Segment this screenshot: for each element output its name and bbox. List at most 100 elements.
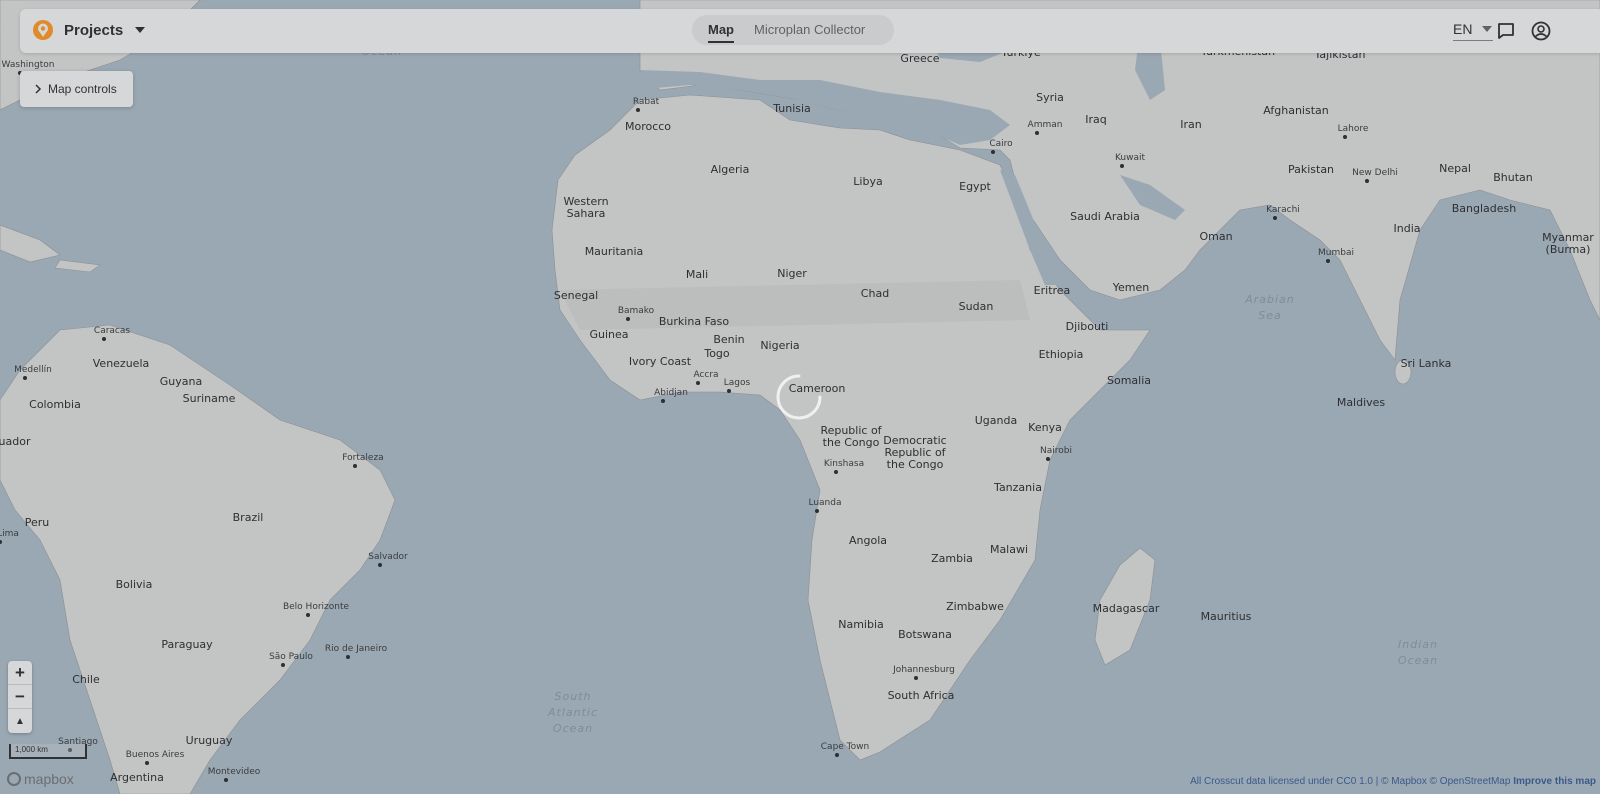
country-label-suriname: Suriname [183,392,236,405]
country-label-ecuador: Ecuador [0,435,31,448]
country-label-chile: Chile [72,673,100,686]
compass-icon: ▲ [15,715,25,727]
city-label-belo-horizonte: Belo Horizonte [283,602,350,612]
zoom-in-button[interactable]: + [8,661,32,685]
city-dot [346,655,350,659]
country-label-benin: Benin [713,333,744,346]
country-label-tunisia: Tunisia [772,102,811,115]
city-dot [1035,131,1039,135]
project-selector[interactable]: Projects [32,19,146,41]
city-label-s-o-paulo: São Paulo [269,652,313,662]
country-label-uganda: Uganda [975,414,1017,427]
city-dot [281,663,285,667]
city-label-washington: Washington [2,60,55,70]
city-label-abidjan: Abidjan [654,388,688,398]
map-attribution: All Crosscut data licensed under CC0 1.0… [1190,776,1596,787]
projects-label: Projects [64,21,124,39]
language-select[interactable]: EN [1453,21,1493,41]
country-label-nepal: Nepal [1439,162,1471,175]
top-bar: Projects Map Microplan Collector EN [20,9,1600,53]
country-label-guinea: Guinea [589,328,628,341]
city-dot [23,376,27,380]
attribution-text[interactable]: All Crosscut data licensed under CC0 1.0… [1190,776,1510,787]
city-label-karachi: Karachi [1266,205,1300,215]
city-dot [353,464,357,468]
city-label-cape-town: Cape Town [821,742,869,752]
country-label-eritrea: Eritrea [1034,284,1071,297]
country-label-mauritius: Mauritius [1201,610,1252,623]
city-dot [1120,164,1124,168]
country-label-guyana: Guyana [160,375,202,388]
city-label-lagos: Lagos [724,378,751,388]
scale-bar: 1,000 km [9,744,87,759]
city-dot [834,470,838,474]
city-dot [636,108,640,112]
country-label-mauritania: Mauritania [585,245,644,258]
city-dot [661,399,665,403]
city-label-lahore: Lahore [1338,124,1369,134]
tab-map[interactable]: Map [698,15,744,45]
country-label-ivory-coast: Ivory Coast [629,355,692,368]
language-value: EN [1453,21,1473,37]
city-dot [1365,179,1369,183]
country-label-chad: Chad [861,287,889,300]
country-label-togo: Togo [703,347,730,360]
city-dot [1326,259,1330,263]
mapbox-logo[interactable]: mapbox [7,771,74,787]
city-dot [1046,457,1050,461]
country-label-south-africa: South Africa [888,689,955,702]
compass-button[interactable]: ▲ [8,709,32,733]
country-label-senegal: Senegal [554,289,598,302]
city-dot [306,613,310,617]
chevron-down-icon [135,27,146,33]
city-label-new-delhi: New Delhi [1352,168,1398,178]
city-label-caracas: Caracas [94,326,130,336]
chevron-right-icon [35,84,42,94]
country-label-nigeria: Nigeria [760,339,799,352]
improve-map-link[interactable]: Improve this map [1513,776,1596,787]
city-label-medell-n: Medellín [14,365,52,375]
country-label-maldives: Maldives [1337,396,1386,409]
chevron-down-icon [1482,26,1493,32]
country-label-republic-of-the-congo: Republic of the Congo [820,424,882,449]
country-label-argentina: Argentina [110,771,164,784]
zoom-controls: + − ▲ [8,661,32,733]
zoom-out-button[interactable]: − [8,685,32,709]
country-label-sri-lanka: Sri Lanka [1401,357,1452,370]
country-label-zambia: Zambia [931,552,973,565]
country-label-india: India [1394,222,1421,235]
city-dot [696,381,700,385]
country-label-djibouti: Djibouti [1066,320,1109,333]
country-label-angola: Angola [849,534,887,547]
country-label-namibia: Namibia [838,618,884,631]
country-label-egypt: Egypt [959,180,991,193]
mapbox-icon [7,772,21,786]
country-label-malawi: Malawi [990,543,1028,556]
city-label-cairo: Cairo [989,139,1013,149]
city-label-johannesburg: Johannesburg [892,665,955,675]
city-label-rabat: Rabat [633,97,660,107]
city-label-amman: Amman [1028,120,1063,130]
city-dot [1343,135,1347,139]
country-label-kenya: Kenya [1028,421,1062,434]
city-dot [914,676,918,680]
country-label-afghanistan: Afghanistan [1263,104,1329,117]
feedback-icon[interactable] [1496,21,1516,41]
account-icon[interactable] [1531,21,1551,41]
country-label-myanmar-burma: Myanmar (Burma) [1542,231,1594,256]
map-controls-button[interactable]: Map controls [20,71,133,107]
country-label-morocco: Morocco [625,120,671,133]
city-label-kinshasa: Kinshasa [824,459,864,469]
country-label-syria: Syria [1036,91,1064,104]
country-label-zimbabwe: Zimbabwe [946,600,1004,613]
country-label-madagascar: Madagascar [1093,602,1160,615]
tab-microplan-collector[interactable]: Microplan Collector [744,15,875,45]
map-controls-label: Map controls [48,82,117,96]
country-label-iraq: Iraq [1085,113,1107,126]
city-dot [378,563,382,567]
city-label-salvador: Salvador [368,552,408,562]
country-label-bhutan: Bhutan [1493,171,1533,184]
country-label-western-sahara: Western Sahara [563,195,608,220]
city-dot [727,389,731,393]
city-label-luanda: Luanda [808,498,841,508]
